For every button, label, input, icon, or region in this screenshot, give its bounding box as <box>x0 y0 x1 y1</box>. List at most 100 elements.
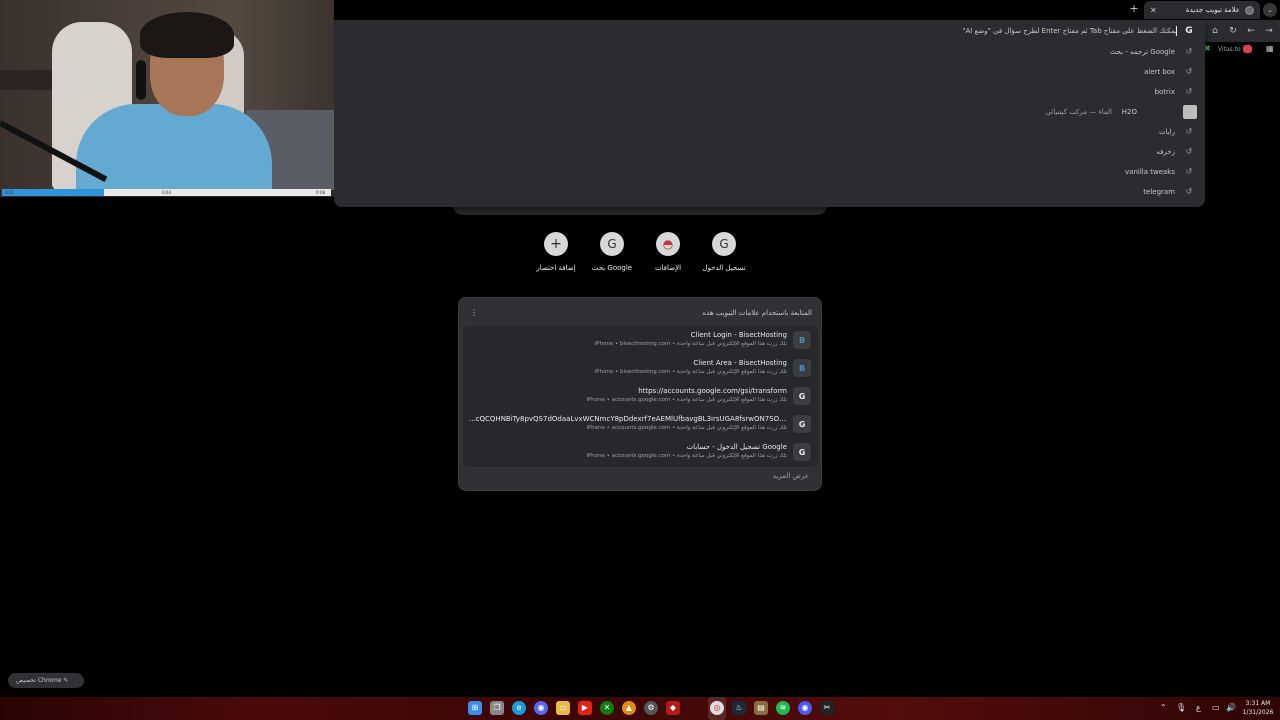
taskbar: ⊞ ❐ e ◉ ▭ ▶ ✕ ▲ ⚙ ◆ ◎ ♨ ▤ ≋ ◉ ✂ ⌃ 🎙 ع ▭ … <box>0 697 1280 720</box>
customize-chrome-button[interactable]: تخصيص Chrome ✎ <box>8 673 84 688</box>
resume-item-title: Client Area - BisectHosting <box>693 359 787 367</box>
suggestion-item[interactable]: ↺ ترجمه - بحث Google <box>334 42 1205 62</box>
google-favicon-icon: G <box>793 415 811 433</box>
back-icon[interactable]: ← <box>1244 24 1258 38</box>
more-options-icon[interactable]: ⋮ <box>470 308 478 317</box>
suggestion-item[interactable]: ↺ alert box <box>334 62 1205 82</box>
spotify-icon[interactable]: ≋ <box>776 701 790 715</box>
language-icon[interactable]: ع <box>1196 702 1201 714</box>
capcut-icon[interactable]: ✂ <box>820 701 834 715</box>
edge-icon[interactable]: e <box>512 701 526 715</box>
suggestion-item[interactable]: ↺ رايات <box>334 122 1205 142</box>
resume-item-meta: تلك زرت هذا الموقع الإلكتروني قبل ساعة و… <box>586 453 787 459</box>
resume-item-meta: تلك زرت هذا الموقع الإلكتروني قبل ساعة و… <box>594 341 787 347</box>
windows-start-icon[interactable]: ⊞ <box>468 701 482 715</box>
answer-thumbnail <box>1183 105 1197 119</box>
omnibox-input[interactable]: G يمكنك الضغط على مفتاح Tab ثم مفتاح Ent… <box>334 20 1205 42</box>
extension-label[interactable]: Vitas.to <box>1218 46 1241 53</box>
shortcut-label: بحث Google <box>591 264 633 272</box>
bisecthosting-favicon-icon: B <box>793 331 811 349</box>
discord-icon[interactable]: ◉ <box>534 701 548 715</box>
extensions-icon: ◓ <box>656 232 680 256</box>
suggestion-text: ترجمه - بحث Google <box>1109 48 1175 56</box>
show-more-link[interactable]: عرض المزيد <box>773 472 809 480</box>
suggestion-text: H2O <box>1121 108 1137 116</box>
tab-close-icon[interactable]: ✕ <box>1150 6 1157 15</box>
resume-item-title: Client Login - BisectHosting <box>690 331 787 339</box>
suggestion-text: botrix <box>1154 88 1175 96</box>
suggestion-text: زخرفه <box>1156 148 1175 156</box>
pencil-icon: ✎ <box>63 677 69 684</box>
history-icon: ↺ <box>1185 47 1193 56</box>
shortcut-label: الإضافات <box>654 264 682 272</box>
history-icon: ↺ <box>1185 67 1193 76</box>
resume-card-title: المتابعة باستخدام علامات التبويب هذه <box>702 309 812 317</box>
resume-item[interactable]: G https://accounts.google.com/gsi/transf… <box>463 382 818 410</box>
resume-item-meta: تلك زرت هذا الموقع الإلكتروني قبل ساعة و… <box>586 425 787 431</box>
chrome-icon[interactable]: ◎ <box>710 701 724 715</box>
clock-date: 1/31/2026 <box>1242 709 1274 716</box>
archive-icon[interactable]: ▤ <box>754 701 768 715</box>
resume-item[interactable]: B Client Area - BisectHosting تلك زرت هذ… <box>463 354 818 382</box>
steam-icon[interactable]: ♨ <box>732 701 746 715</box>
suggestion-text: vanilla tweaks <box>1125 168 1175 176</box>
bot-app-icon[interactable]: ◉ <box>798 701 812 715</box>
history-icon: ↺ <box>1185 187 1193 196</box>
resume-item-meta: تلك زرت هذا الموقع الإلكتروني قبل ساعة و… <box>586 397 787 403</box>
history-icon: ↺ <box>1185 127 1193 136</box>
shortcut-label: تسجيل الدخول <box>702 264 746 272</box>
suggestion-item[interactable]: ↺ botrix <box>334 82 1205 102</box>
webcam-progress-fill <box>2 189 104 196</box>
tab-title: علامة تبويب جديدة <box>1185 6 1240 14</box>
reload-icon[interactable]: ↻ <box>1226 24 1240 38</box>
suggestion-item[interactable]: ↺ telegram <box>334 182 1205 202</box>
webcam-person-hoodie <box>76 104 272 194</box>
vlc-icon[interactable]: ▲ <box>622 701 636 715</box>
xbox-icon[interactable]: ✕ <box>600 701 614 715</box>
youtube-icon[interactable]: ▶ <box>578 701 592 715</box>
tab-favicon-icon: ◎ <box>1245 5 1254 15</box>
google-icon: G <box>712 232 736 256</box>
resume-item[interactable]: B Client Login - BisectHosting تلك زرت ه… <box>463 326 818 354</box>
omnibox-dropdown: G يمكنك الضغط على مفتاح Tab ثم مفتاح Ent… <box>334 20 1205 207</box>
history-icon: ↺ <box>1185 147 1193 156</box>
extension-green-icon[interactable]: ✖ <box>1204 45 1212 53</box>
tab-new-tab[interactable]: ◎ علامة تبويب جديدة ✕ <box>1144 1 1260 19</box>
extension-red-icon[interactable] <box>1243 45 1252 53</box>
plus-icon: + <box>544 232 568 256</box>
file-explorer-icon[interactable]: ▭ <box>556 701 570 715</box>
apps-grid-icon[interactable]: ▦ <box>1266 45 1274 53</box>
suggestion-text: رايات <box>1159 128 1175 136</box>
network-icon[interactable]: ▭ <box>1212 702 1220 714</box>
settings-icon[interactable]: ⚙ <box>644 701 658 715</box>
google-favicon-icon: G <box>793 387 811 405</box>
tray-overflow-icon[interactable]: ⌃ <box>1160 702 1167 714</box>
suggestion-item[interactable]: ↺ vanilla tweaks <box>334 162 1205 182</box>
progress-tick: 0:08 <box>316 190 325 195</box>
resume-item-meta: تلك زرت هذا الموقع الإلكتروني قبل ساعة و… <box>594 369 787 375</box>
roblox-icon[interactable]: ◆ <box>666 701 680 715</box>
shortcut-add[interactable]: + إضافة اختصار <box>526 232 586 276</box>
suggestion-text: alert box <box>1143 68 1175 76</box>
shortcut-google-search[interactable]: G بحث Google <box>582 232 642 276</box>
webcam-progress-bar: 0:01 0:04 0:08 <box>2 189 331 196</box>
resume-item[interactable]: G تسجيل الدخول - حسابات Google تلك زرت ه… <box>463 438 818 466</box>
suggestion-item[interactable]: ↺ زخرفه <box>334 142 1205 162</box>
forward-icon[interactable]: → <box>1262 24 1276 38</box>
resume-item-title: ...cQCQHNBiTy8pvQS7dOdaaLvxWCNmcY8pDdexr… <box>469 415 787 423</box>
microphone-icon[interactable]: 🎙 <box>1176 702 1186 714</box>
tab-search-button[interactable]: ⌄ <box>1263 3 1277 17</box>
resume-item-title: تسجيل الدخول - حسابات Google <box>686 443 787 451</box>
volume-icon[interactable]: 🔊 <box>1226 702 1236 714</box>
shortcut-extensions[interactable]: ◓ الإضافات <box>638 232 698 276</box>
suggestion-item[interactable]: H2O الماء — مركب كيميائي <box>334 102 1205 122</box>
taskbar-clock[interactable]: 3:31 AM 1/31/2026 <box>1240 699 1276 717</box>
google-favicon-icon: G <box>793 443 811 461</box>
resume-item-title: https://accounts.google.com/gsi/transfor… <box>638 387 787 395</box>
new-tab-button[interactable]: + <box>1128 3 1140 15</box>
resume-item[interactable]: G ...cQCQHNBiTy8pvQS7dOdaaLvxWCNmcY8pDde… <box>463 410 818 438</box>
home-icon[interactable]: ⌂ <box>1208 24 1222 38</box>
shortcut-sign-in[interactable]: G تسجيل الدخول <box>694 232 754 276</box>
task-view-icon[interactable]: ❐ <box>490 701 504 715</box>
customize-label: تخصيص Chrome <box>16 677 62 684</box>
